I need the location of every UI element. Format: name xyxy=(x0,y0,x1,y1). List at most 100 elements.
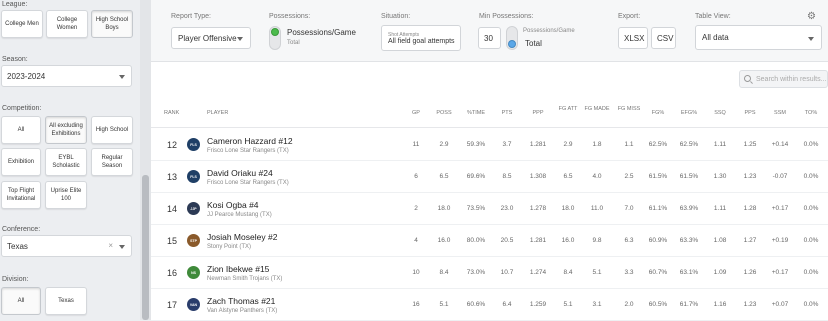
player-name-text[interactable]: Kosi Ogba xyxy=(207,200,247,210)
table-view-select[interactable]: All data xyxy=(695,25,822,50)
player-name-text[interactable]: Cameron Hazzard xyxy=(207,136,276,146)
cell-ssq: 1.11 xyxy=(713,141,727,148)
table-row[interactable]: 12 FLS Cameron Hazzard #12 Frisco Lone Star… xyxy=(151,129,828,161)
report-type-select[interactable]: Player Offensive xyxy=(171,27,251,49)
header-player[interactable]: PLAYER xyxy=(207,110,228,117)
competition-eybl-scholastic[interactable]: EYBL Scholastic xyxy=(45,148,87,176)
player-name[interactable]: Kosi Ogba #4 xyxy=(207,200,259,210)
competition-uprise-elite-100[interactable]: Uprise Elite 100 xyxy=(45,181,87,209)
possessions-toggle[interactable] xyxy=(269,26,281,50)
cell-gp: 4 xyxy=(414,237,418,244)
league-college-women[interactable]: College Women xyxy=(46,10,88,38)
cell-pts: 23.0 xyxy=(500,205,514,212)
table-row[interactable]: 17 VAN Zach Thomas #21 Van Alstyne Panthers… xyxy=(151,289,828,321)
header-time[interactable]: %TIME xyxy=(461,110,491,117)
toggle-knob xyxy=(271,28,279,36)
cell-pps: 1.28 xyxy=(743,205,757,212)
table-view-label: Table View: xyxy=(695,13,731,20)
min-possessions-input[interactable]: 30 xyxy=(478,27,501,49)
player-name-text[interactable]: Zach Thomas xyxy=(207,296,259,306)
cell-ppp: 1.278 xyxy=(529,205,547,212)
filters-sidebar: League: College Men College Women High S… xyxy=(0,0,140,320)
export-xlsx-button[interactable]: XLSX xyxy=(618,27,648,49)
situation-select[interactable]: Shot Attempts All field goal attempts xyxy=(381,25,461,51)
season-select[interactable]: 2023-2024 xyxy=(1,65,132,87)
sidebar-scroll-thumb[interactable] xyxy=(142,175,149,320)
player-number: #21 xyxy=(261,296,276,306)
gear-icon[interactable]: ⚙ xyxy=(807,11,816,22)
player-name[interactable]: Josiah Moseley #2 xyxy=(207,232,277,242)
competition-regular-season[interactable]: Regular Season xyxy=(91,148,133,176)
cell-poss: 5.1 xyxy=(439,301,449,308)
report-type-value: Player Offensive xyxy=(178,33,237,43)
export-label: Export: xyxy=(618,13,641,20)
situation-label: Situation: xyxy=(381,13,411,20)
possessions-label: Possessions: xyxy=(269,13,311,20)
header-gp[interactable]: GP xyxy=(407,110,425,117)
player-name[interactable]: Zach Thomas #21 xyxy=(207,296,275,306)
cell-pts: 6.4 xyxy=(502,301,512,308)
header-pps[interactable]: PPS xyxy=(738,110,762,117)
cell-efg-pct: 63.9% xyxy=(679,205,699,212)
header-to-pct[interactable]: TO% xyxy=(799,110,823,117)
team-logo-icon: STP xyxy=(187,234,200,247)
cell-pts: 10.7 xyxy=(500,269,514,276)
competition-high-school[interactable]: High School xyxy=(91,116,133,144)
player-name-text[interactable]: Zion Ibekwe xyxy=(207,264,253,274)
cell-ppp: 1.281 xyxy=(529,141,547,148)
header-ppp[interactable]: PPP xyxy=(524,110,552,117)
table-row[interactable]: 15 STP Josiah Moseley #2 Stony Point (TX) 4 1… xyxy=(151,225,828,257)
header-ssm[interactable]: SSM xyxy=(766,110,794,117)
table-row[interactable]: 13 FLS David Oriaku #24 Frisco Lone Star Ra… xyxy=(151,161,828,193)
league-college-men[interactable]: College Men xyxy=(1,10,43,38)
table-row[interactable]: 14 JJP Kosi Ogba #4 JJ Pearce Mustang (TX) 2… xyxy=(151,193,828,225)
header-fg-miss[interactable]: FG MISS xyxy=(617,106,641,113)
cell-fg-miss: 2.5 xyxy=(624,173,634,180)
cell-pts: 20.5 xyxy=(500,237,514,244)
header-rank[interactable]: RANK xyxy=(164,110,179,117)
division-texas[interactable]: Texas xyxy=(45,287,87,315)
conference-select[interactable]: Texas × xyxy=(1,235,132,257)
search-input[interactable]: Search within results... xyxy=(739,70,828,88)
division-all[interactable]: All xyxy=(1,287,41,315)
header-fg-pct[interactable]: FG% xyxy=(646,110,670,117)
cell-to-pct: 0.0% xyxy=(803,237,819,244)
player-number: #4 xyxy=(249,200,259,210)
competition-all[interactable]: All xyxy=(1,116,41,144)
table-row[interactable]: 16 NS Zion Ibekwe #15 Newman Smith Trojans … xyxy=(151,257,828,289)
chevron-down-icon xyxy=(808,36,814,41)
cell-gp: 10 xyxy=(412,269,420,276)
cell-fg-made: 1.8 xyxy=(592,141,602,148)
player-name[interactable]: Zion Ibekwe #15 xyxy=(207,264,269,274)
header-poss[interactable]: POSS xyxy=(432,110,456,117)
clear-icon[interactable]: × xyxy=(108,241,113,250)
header-fg-made[interactable]: FG MADE xyxy=(584,106,610,113)
header-efg-pct[interactable]: EFG% xyxy=(675,110,703,117)
cell-ppp: 1.281 xyxy=(529,237,547,244)
header-pts[interactable]: PTS xyxy=(496,110,518,117)
rank-cell: 14 xyxy=(167,204,178,214)
team-logo-icon: JJP xyxy=(187,202,200,215)
cell-pps: 1.23 xyxy=(743,173,757,180)
competition-top-flight-invitational[interactable]: Top Flight Invitational xyxy=(1,181,41,209)
export-csv-button[interactable]: CSV xyxy=(651,27,676,49)
header-ssq[interactable]: SSQ xyxy=(708,110,732,117)
season-label: Season: xyxy=(2,56,28,63)
min-possessions-toggle[interactable] xyxy=(506,26,518,50)
cell-fg-pct: 60.9% xyxy=(648,237,668,244)
cell-fg-pct: 60.5% xyxy=(648,301,668,308)
player-number: #2 xyxy=(267,232,278,242)
player-name-text[interactable]: Josiah Moseley xyxy=(207,232,266,242)
cell-efg-pct: 61.7% xyxy=(679,301,699,308)
player-team: Van Alstyne Panthers (TX) xyxy=(207,308,278,314)
player-name-text[interactable]: David Oriaku xyxy=(207,168,256,178)
competition-exhibition[interactable]: Exhibition xyxy=(1,148,41,176)
player-name[interactable]: David Oriaku #24 xyxy=(207,168,273,178)
cell-fg-made: 9.8 xyxy=(592,237,602,244)
cell-gp: 11 xyxy=(412,141,420,148)
cell-poss: 2.9 xyxy=(439,141,449,148)
competition-all-excluding-exhibitions[interactable]: All excluding Exhibitions xyxy=(45,116,87,144)
league-high-school-boys[interactable]: High School Boys xyxy=(91,10,133,38)
header-fg-att[interactable]: FG ATT xyxy=(556,106,580,113)
player-name[interactable]: Cameron Hazzard #12 xyxy=(207,136,293,146)
